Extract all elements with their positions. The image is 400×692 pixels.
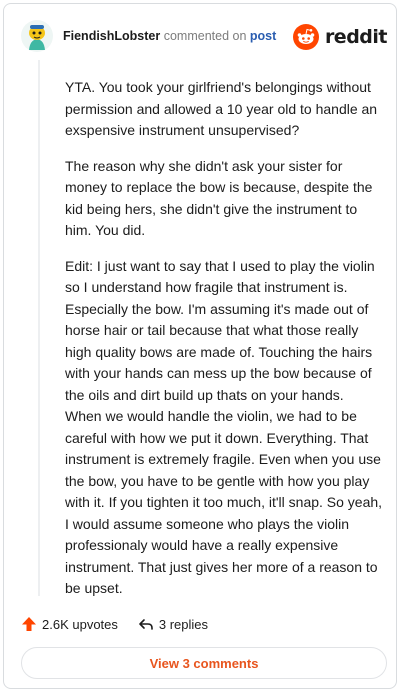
commented-text: commented on: [163, 29, 247, 43]
view-comments-button[interactable]: View 3 comments: [21, 647, 387, 679]
comment-paragraph: Edit: I just want to say that I used to …: [65, 257, 383, 597]
avatar-icon: [21, 20, 53, 52]
comment-card: FiendishLobster commented on post reddit…: [3, 3, 397, 689]
comment-paragraph: The reason why she didn't ask your siste…: [65, 157, 373, 239]
reply-arrow-icon: [139, 619, 153, 630]
upvote-button[interactable]: 2.6K upvotes: [21, 616, 118, 632]
user-avatar[interactable]: [21, 20, 53, 52]
upvote-count: 2.6K upvotes: [42, 616, 118, 632]
reddit-logo: reddit: [292, 22, 388, 52]
comment-actions: 2.6K upvotes 3 replies: [21, 613, 208, 635]
author-name[interactable]: FiendishLobster: [63, 29, 160, 43]
post-link[interactable]: post: [250, 29, 276, 43]
replies-button[interactable]: 3 replies: [138, 616, 208, 632]
comment-body: YTA. You took your girlfriend's belongin…: [65, 77, 383, 614]
replies-count: 3 replies: [158, 616, 209, 632]
author-line: FiendishLobster commented on post: [63, 29, 276, 43]
comment-paragraph: YTA. You took your girlfriend's belongin…: [65, 79, 378, 138]
thread-line[interactable]: [38, 60, 40, 596]
comment-header: FiendishLobster commented on post reddit: [21, 20, 388, 54]
reddit-snoo-icon: [292, 24, 319, 50]
upvote-arrow-icon: [22, 617, 36, 631]
reddit-wordmark: reddit: [324, 26, 388, 48]
